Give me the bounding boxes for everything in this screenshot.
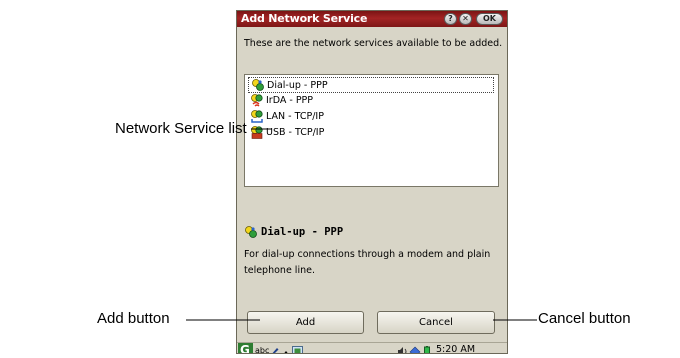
pen-icon[interactable] [269,344,279,353]
help-button[interactable]: ? [444,13,457,25]
arrow-up-icon[interactable] [282,345,290,353]
close-button[interactable]: ✕ [459,13,472,25]
list-item-label: Dial-up - PPP [267,80,328,91]
input-method-label[interactable]: abc [255,345,269,353]
list-item-label: USB - TCP/IP [266,127,325,138]
intro-text: These are the network services available… [244,38,503,49]
detail-title: Dial-up - PPP [244,225,343,239]
list-item-label: LAN - TCP/IP [266,111,324,122]
battery-icon[interactable] [424,344,430,353]
list-item-label: IrDA - PPP [266,95,314,106]
cancel-button[interactable]: Cancel [377,311,495,334]
start-menu-icon[interactable]: G [238,343,253,354]
callout-cancel-button: Cancel button [538,310,631,327]
dialup-icon [251,78,265,92]
detail-title-text: Dial-up - PPP [261,226,344,238]
network-icon[interactable] [409,344,421,353]
list-item-lan[interactable]: LAN - TCP/IP [248,109,494,125]
clock[interactable]: 5:20 AM [436,344,475,353]
window-title: Add Network Service [241,12,368,25]
screen-icon[interactable] [292,344,303,353]
pda-screen: Add Network Service ? ✕ OK These are the… [236,10,508,354]
lan-icon [250,109,264,123]
callout-network-service-list: Network Service list [115,120,247,137]
irda-icon [250,93,264,107]
taskbar: G abc 5:20 AM [237,342,507,354]
detail-description: For dial-up connections through a modem … [244,249,491,276]
title-bar: Add Network Service ? ✕ OK [237,11,507,27]
list-item-irda[interactable]: IrDA - PPP [248,93,494,109]
dialup-icon [244,225,258,239]
add-button[interactable]: Add [247,311,364,334]
list-item-dialup[interactable]: Dial-up - PPP [248,77,494,93]
svg-text:G: G [240,343,250,354]
ok-button[interactable]: OK [476,13,503,25]
speaker-icon[interactable] [397,344,409,353]
network-service-list[interactable]: Dial-up - PPP IrDA - PPP LAN - TCP/IP US… [244,74,499,187]
callout-add-button: Add button [97,310,170,327]
usb-icon [250,125,264,139]
list-item-usb[interactable]: USB - TCP/IP [248,125,494,141]
